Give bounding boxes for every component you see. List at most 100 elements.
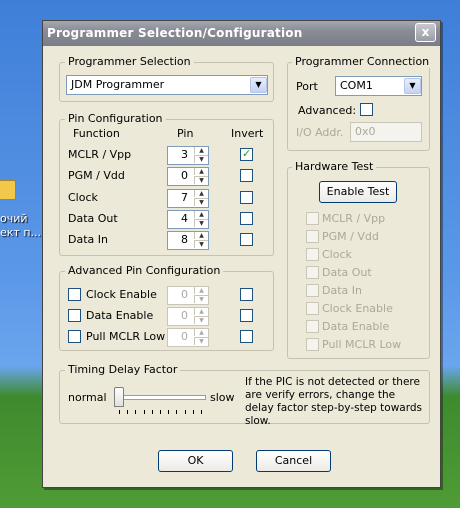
spin-down-icon[interactable]: ▼	[194, 219, 208, 227]
clock-enable-label: Clock Enable	[86, 288, 157, 301]
pin-value: 0	[181, 330, 188, 343]
port-select[interactable]: COM1 ▼	[335, 76, 422, 96]
chevron-down-icon[interactable]: ▼	[404, 78, 421, 94]
clock-enable-checkbox[interactable]	[68, 288, 81, 301]
slider-tick	[127, 410, 129, 414]
pin-configuration-title: Pin Configuration	[65, 112, 166, 125]
slider-tick	[192, 410, 194, 414]
hw-test-label: Clock Enable	[322, 302, 393, 315]
advanced-pin-title: Advanced Pin Configuration	[65, 264, 224, 277]
slider-tick	[160, 410, 161, 414]
clock-enable-invert-checkbox[interactable]	[240, 288, 253, 301]
invert-checkbox-mclr[interactable]	[240, 147, 253, 161]
slider-normal-label: normal	[68, 391, 107, 404]
spin-up-icon[interactable]: ▲	[194, 147, 208, 154]
port-select-value: COM1	[340, 79, 373, 92]
hw-test-checkbox	[306, 320, 319, 333]
window-title: Programmer Selection/Configuration	[47, 26, 303, 40]
programmer-config-dialog: Programmer Selection/Configuration x Pro…	[42, 20, 441, 488]
pull-mclr-low-pin-spinner: 0 ▲ ▼	[167, 328, 209, 347]
desktop-icon-label: ект п...	[0, 226, 41, 239]
hw-test-label: Pull MCLR Low	[322, 338, 402, 351]
enable-test-button[interactable]: Enable Test	[319, 181, 397, 203]
hw-test-label: Data Out	[322, 266, 372, 279]
slider-tick	[184, 410, 186, 414]
spin-down-icon[interactable]: ▼	[194, 176, 208, 184]
close-button[interactable]: x	[415, 23, 436, 42]
slider-tick	[176, 410, 178, 414]
function-label-clock: Clock	[68, 191, 98, 204]
hw-test-checkbox	[306, 248, 319, 261]
hardware-test-title: Hardware Test	[292, 160, 377, 173]
spin-down-icon[interactable]: ▼	[194, 240, 208, 248]
pin-value: 8	[181, 233, 188, 246]
title-bar[interactable]: Programmer Selection/Configuration x	[43, 21, 440, 46]
pin-spinner-pgm[interactable]: 0 ▲ ▼	[167, 167, 209, 186]
pin-spinner-dataout[interactable]: 4 ▲ ▼	[167, 210, 209, 229]
invert-checkbox-clock[interactable]	[240, 191, 253, 204]
function-label-datain: Data In	[68, 233, 108, 246]
spin-down-icon: ▼	[194, 295, 208, 303]
pin-spinner-clock[interactable]: 7 ▲ ▼	[167, 189, 209, 208]
advanced-checkbox[interactable]	[360, 103, 373, 116]
hw-test-label: Clock	[322, 248, 352, 261]
col-invert-header: Invert	[231, 127, 264, 140]
spin-up-icon[interactable]: ▲	[194, 190, 208, 197]
io-addr-field: 0x0	[350, 122, 422, 142]
invert-checkbox-pgm[interactable]	[240, 169, 253, 182]
port-label: Port	[296, 80, 318, 93]
data-enable-invert-checkbox[interactable]	[240, 309, 253, 322]
spin-down-icon[interactable]: ▼	[194, 155, 208, 163]
spin-down-icon: ▼	[194, 337, 208, 345]
slider-tick	[119, 410, 120, 414]
function-label-pgm: PGM / Vdd	[68, 169, 125, 182]
spin-up-icon[interactable]: ▲	[194, 168, 208, 175]
hw-test-checkbox	[306, 230, 319, 243]
programmer-select[interactable]: JDM Programmer ▼	[66, 75, 268, 95]
delay-slider-thumb[interactable]	[114, 387, 124, 407]
data-enable-pin-spinner: 0 ▲ ▼	[167, 307, 209, 326]
spin-up-icon[interactable]: ▲	[194, 211, 208, 218]
ok-button[interactable]: OK	[158, 450, 233, 472]
function-label-dataout: Data Out	[68, 212, 118, 225]
programmer-connection-title: Programmer Connection	[292, 55, 433, 68]
hw-test-checkbox	[306, 302, 319, 315]
hw-test-label: PGM / Vdd	[322, 230, 379, 243]
hw-test-checkbox	[306, 266, 319, 279]
chevron-down-icon[interactable]: ▼	[250, 77, 267, 93]
pull-mclr-low-invert-checkbox[interactable]	[240, 330, 253, 343]
hw-test-label: Data Enable	[322, 320, 390, 333]
slider-tick	[151, 410, 153, 414]
io-addr-label: I/O Addr.	[296, 126, 344, 139]
pull-mclr-low-checkbox[interactable]	[68, 330, 81, 343]
function-label-mclr: MCLR / Vpp	[68, 148, 132, 161]
col-pin-header: Pin	[177, 127, 194, 140]
invert-checkbox-dataout[interactable]	[240, 212, 253, 225]
pin-value: 0	[181, 288, 188, 301]
cancel-button[interactable]: Cancel	[256, 450, 331, 472]
data-enable-checkbox[interactable]	[68, 309, 81, 322]
spin-down-icon[interactable]: ▼	[194, 198, 208, 206]
delay-slider-track[interactable]	[116, 395, 206, 400]
spin-down-icon: ▼	[194, 316, 208, 324]
hw-test-label: MCLR / Vpp	[322, 212, 386, 225]
pin-value: 3	[181, 148, 188, 161]
pin-spinner-datain[interactable]: 8 ▲ ▼	[167, 231, 209, 250]
programmer-selection-title: Programmer Selection	[65, 55, 194, 68]
hw-test-label: Data In	[322, 284, 362, 297]
pin-spinner-mclr[interactable]: 3 ▲ ▼	[167, 146, 209, 165]
pin-value: 7	[181, 191, 188, 204]
desktop-folder-icon[interactable]	[0, 180, 16, 200]
advanced-label: Advanced:	[298, 104, 357, 117]
slider-tick	[168, 410, 170, 414]
hw-test-checkbox	[306, 284, 319, 297]
programmer-select-value: JDM Programmer	[71, 78, 165, 91]
pin-value: 4	[181, 212, 188, 225]
timing-help-text: If the PIC is not detected or there are …	[245, 376, 422, 427]
clock-enable-pin-spinner: 0 ▲ ▼	[167, 286, 209, 305]
hw-test-checkbox	[306, 212, 319, 225]
invert-checkbox-datain[interactable]	[240, 233, 253, 246]
spin-up-icon[interactable]: ▲	[194, 232, 208, 239]
spin-up-icon: ▲	[194, 308, 208, 315]
pin-value: 0	[181, 169, 188, 182]
